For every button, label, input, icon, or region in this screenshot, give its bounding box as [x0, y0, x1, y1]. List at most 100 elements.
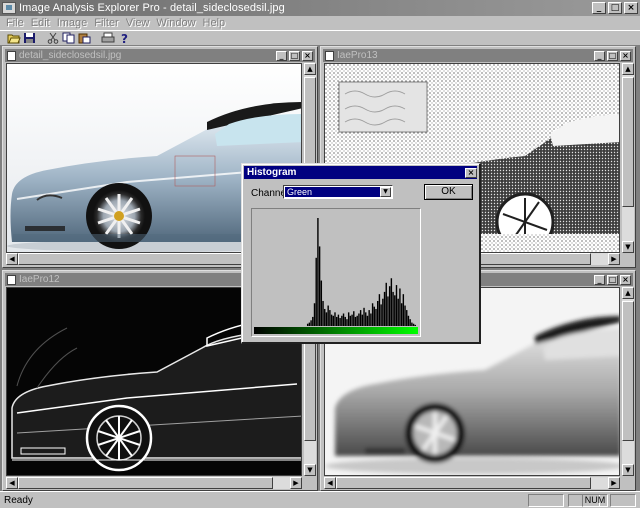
close-button[interactable]: × [620, 50, 631, 61]
scroll-up-button[interactable]: ▲ [622, 63, 634, 75]
dialog-titlebar[interactable]: Histogram × [244, 166, 477, 179]
window-title: Image Analysis Explorer Pro - detail_sid… [19, 2, 285, 14]
close-button[interactable]: × [302, 50, 313, 61]
histogram-bar [339, 318, 341, 326]
histogram-bar [354, 316, 357, 326]
scroll-thumb[interactable] [336, 477, 591, 489]
minimize-button[interactable]: _ [594, 274, 605, 285]
menu-help[interactable]: Help [201, 17, 231, 29]
document-icon [325, 50, 334, 61]
histogram-bar [327, 305, 329, 326]
close-button[interactable]: × [624, 2, 638, 14]
app-window: Image Analysis Explorer Pro - detail_sid… [0, 0, 640, 508]
scroll-left-button[interactable]: ◀ [324, 477, 336, 489]
minimize-button[interactable]: _ [594, 50, 605, 61]
histogram-bar [320, 280, 323, 326]
ok-button[interactable]: OK [424, 184, 473, 200]
copy-icon[interactable] [61, 31, 76, 45]
maximize-button[interactable]: □ [607, 50, 618, 61]
window-title: IaePro13 [337, 50, 378, 61]
scroll-right-button[interactable]: ▶ [290, 477, 302, 489]
histogram-dialog[interactable]: Histogram × Channel: Green ▼ OK [241, 163, 481, 344]
histogram-bar [342, 313, 345, 326]
scroll-left-button[interactable]: ◀ [6, 253, 18, 265]
scroll-down-button[interactable]: ▼ [622, 464, 634, 476]
menu-filter[interactable]: Filter [92, 17, 123, 29]
maximize-button[interactable]: □ [608, 2, 622, 14]
save-icon[interactable] [22, 31, 37, 45]
histogram-bar [392, 291, 394, 326]
print-icon[interactable] [100, 31, 115, 45]
histogram-bar [306, 323, 309, 326]
scroll-up-button[interactable]: ▲ [304, 63, 316, 75]
scroll-thumb[interactable] [622, 77, 634, 207]
histogram-bar [409, 319, 411, 326]
minimize-button[interactable]: _ [276, 50, 287, 61]
maximize-button[interactable]: □ [607, 274, 618, 285]
scroll-thumb[interactable] [18, 253, 273, 265]
histogram-bar [404, 305, 406, 326]
histogram-bar [370, 313, 372, 326]
scroll-thumb[interactable] [18, 477, 273, 489]
toolbar: ? [0, 30, 640, 46]
menu-file[interactable]: File [4, 17, 29, 29]
horizontal-scrollbar[interactable]: ◀ ▶ [324, 477, 620, 489]
histogram-bar [366, 315, 369, 326]
histogram-bar [411, 322, 413, 326]
menu-image[interactable]: Image [55, 17, 93, 29]
minimize-button[interactable]: _ [592, 2, 606, 14]
chevron-down-icon[interactable]: ▼ [380, 187, 391, 197]
close-button[interactable]: × [465, 167, 477, 178]
histogram-bar [324, 308, 326, 326]
menu-window[interactable]: Window [154, 17, 200, 29]
vertical-scrollbar[interactable]: ▲ ▼ [622, 63, 634, 253]
status-panel [610, 494, 636, 507]
scroll-down-button[interactable]: ▼ [622, 241, 634, 253]
scroll-down-button[interactable]: ▼ [304, 464, 316, 476]
histogram-bar [380, 304, 382, 326]
scroll-right-button[interactable]: ▶ [608, 253, 620, 265]
histogram-bar [394, 295, 396, 326]
histogram-bar [347, 312, 350, 326]
histogram-bar [351, 314, 353, 326]
histogram-bar [373, 306, 375, 326]
scroll-left-button[interactable]: ◀ [6, 477, 18, 489]
histogram-bar [399, 288, 401, 326]
histogram-bar [329, 310, 331, 326]
histogram-bar [402, 294, 405, 326]
vertical-scrollbar[interactable]: ▲ ▼ [622, 287, 634, 476]
channel-select[interactable]: Green ▼ [283, 185, 393, 199]
app-icon[interactable] [2, 2, 16, 14]
histogram-bar [318, 246, 321, 326]
help-icon[interactable]: ? [116, 31, 131, 45]
document-icon [7, 274, 16, 285]
scroll-thumb[interactable] [622, 301, 634, 441]
histogram-bar [378, 294, 381, 326]
channel-value: Green [285, 187, 380, 197]
status-text: Ready [4, 495, 33, 506]
histogram-bar [414, 324, 416, 326]
histogram-bar [317, 218, 319, 326]
histogram-bar [337, 314, 340, 326]
title-bar[interactable]: Image Analysis Explorer Pro - detail_sid… [0, 0, 640, 16]
histogram-bar [349, 315, 352, 326]
menu-bar: File Edit Image Filter View Window Help [0, 16, 640, 30]
window-titlebar[interactable]: detail_sideclosedsil.jpg _ □ × [5, 49, 315, 62]
scroll-up-button[interactable]: ▲ [622, 287, 634, 299]
histogram-bar [395, 285, 398, 326]
paste-icon[interactable] [77, 31, 92, 45]
cut-icon[interactable] [45, 31, 60, 45]
maximize-button[interactable]: □ [289, 50, 300, 61]
open-folder-icon[interactable] [6, 31, 21, 45]
histogram-bar [353, 311, 355, 326]
menu-edit[interactable]: Edit [29, 17, 55, 29]
close-button[interactable]: × [620, 274, 631, 285]
scroll-right-button[interactable]: ▶ [608, 477, 620, 489]
horizontal-scrollbar[interactable]: ◀ ▶ [6, 477, 302, 489]
window-titlebar[interactable]: IaePro13 _ □ × [323, 49, 633, 62]
histogram-bar [361, 314, 364, 326]
menu-view[interactable]: View [124, 17, 155, 29]
histogram-bar [377, 300, 379, 326]
svg-text:?: ? [121, 32, 128, 44]
histogram-bar [312, 316, 314, 326]
